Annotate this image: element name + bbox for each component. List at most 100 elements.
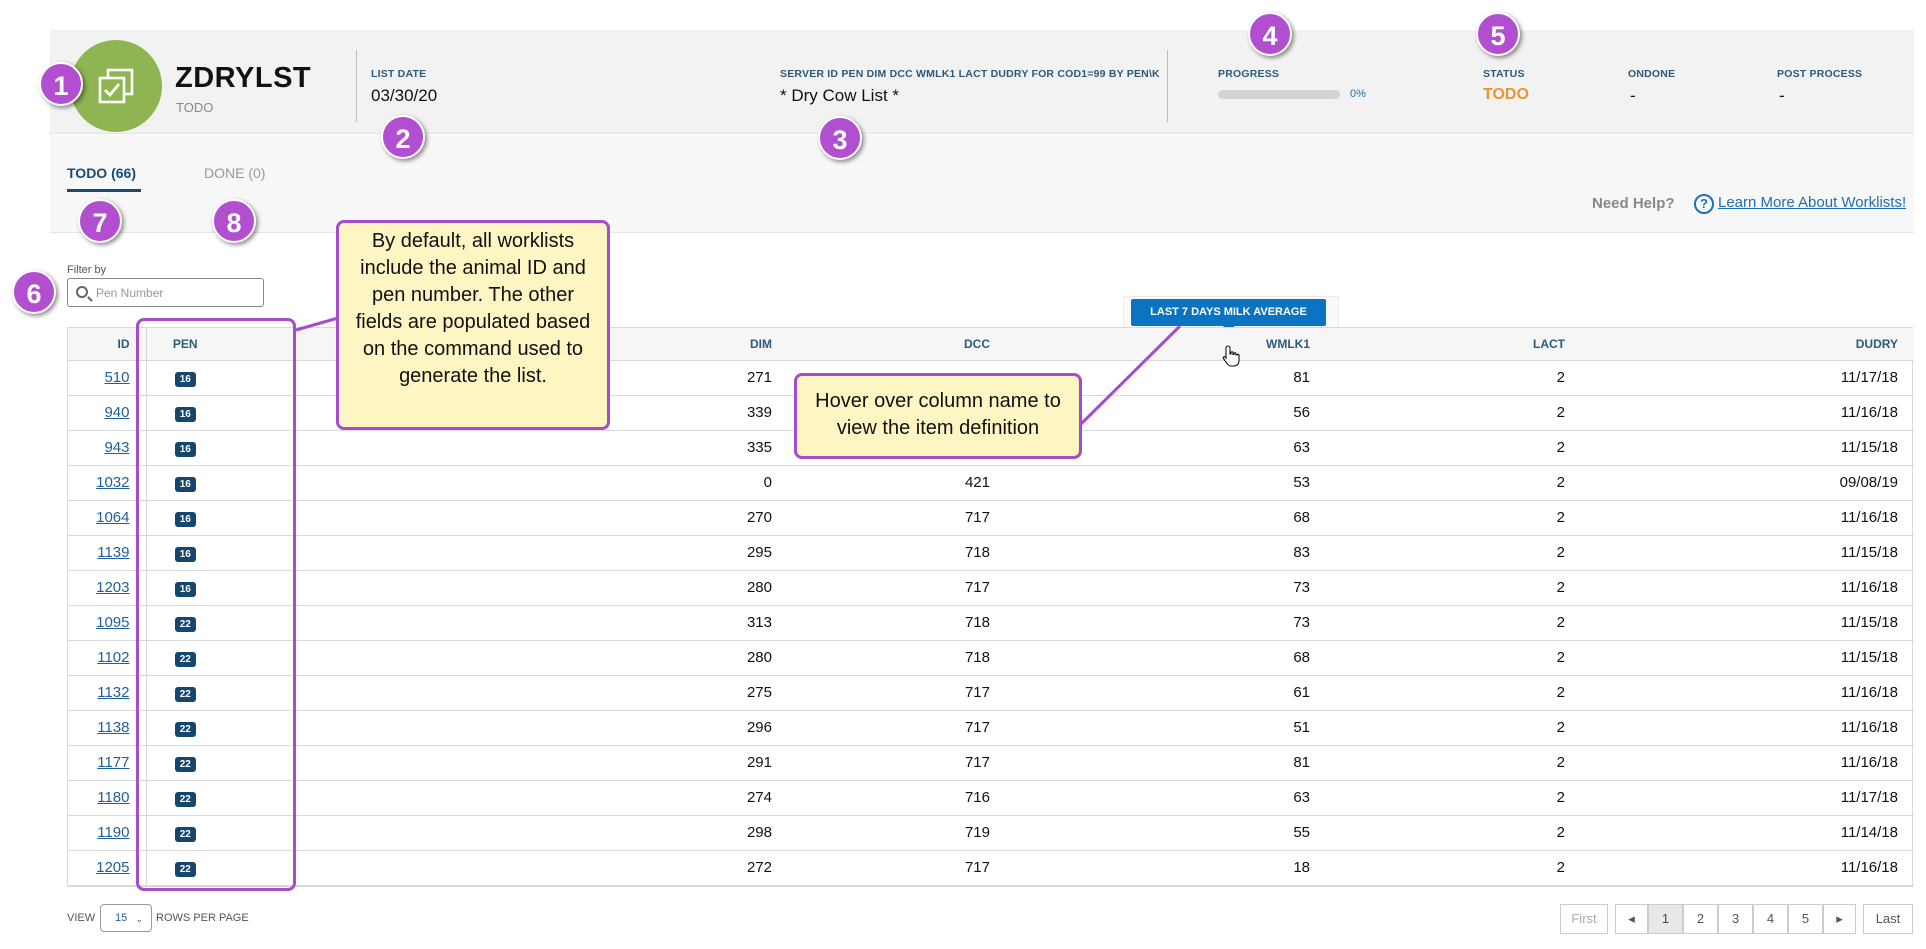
pager-last-button[interactable]: Last [1863,904,1913,934]
cell-pen: 22 [146,815,224,851]
pager-page-1[interactable]: 1 [1648,904,1683,934]
animal-id-link[interactable]: 1032 [96,474,129,491]
animal-id-link[interactable]: 1064 [96,509,129,526]
cell-dim: 296 [224,710,788,746]
cell-dudry: 11/17/18 [1581,780,1914,816]
rows-per-page-select[interactable]: 15 ⌄ [100,904,152,932]
cell-dim: 335 [224,430,788,466]
callout-marker-8: 8 [212,199,256,243]
pen-badge: 22 [174,861,196,877]
cell-pen: 22 [146,640,224,676]
column-header-dcc[interactable]: DCC [788,328,1006,361]
cell-lact: 2 [1326,675,1581,711]
pager-page-2[interactable]: 2 [1683,904,1718,934]
animal-id-link[interactable]: 943 [104,439,129,456]
filter-box[interactable] [67,278,264,307]
pen-badge: 22 [174,686,196,702]
command-label: SERVER ID PEN DIM DCC WMLK1 LACT DUDRY F… [780,68,1160,80]
cell-pen: 16 [146,535,224,571]
cell-dudry: 11/16/18 [1581,500,1914,536]
pen-badge: 16 [174,441,196,457]
tab-done[interactable]: DONE (0) [204,165,265,181]
cell-id: 940 [68,395,147,431]
cell-pen: 16 [146,360,224,396]
pager-next-button[interactable]: ▸ [1823,904,1856,934]
chevron-down-icon: ⌄ [135,914,143,924]
animal-id-link[interactable]: 1095 [96,614,129,631]
cell-lact: 2 [1326,605,1581,641]
cell-id: 1138 [68,710,147,746]
rows-per-page-value: 15 [115,912,128,924]
table-row: 1138 22 296 717 51 2 11/16/18 [68,710,1914,746]
pen-number-filter-input[interactable] [96,283,256,303]
pager-prev-button[interactable]: ◂ [1615,904,1648,934]
cell-wmlk1: 55 [1006,815,1326,851]
pager-page-4[interactable]: 4 [1753,904,1788,934]
animal-id-link[interactable]: 1139 [97,544,129,561]
animal-id-link[interactable]: 1180 [97,789,129,806]
cell-dim: 275 [224,675,788,711]
cell-id: 1132 [68,675,147,711]
hand-pointer-icon [1222,345,1240,367]
cell-pen: 16 [146,570,224,606]
need-help-label: Need Help? [1592,195,1675,212]
cell-id: 1064 [68,500,147,536]
callout-marker-7: 7 [78,199,122,243]
cell-dim: 280 [224,570,788,606]
animal-id-link[interactable]: 1177 [97,754,129,771]
table-row: 1132 22 275 717 61 2 11/16/18 [68,675,1914,711]
status-value: TODO [1483,86,1529,103]
pager-first-button[interactable]: First [1560,904,1608,934]
table-row: 1139 16 295 718 83 2 11/15/18 [68,535,1914,571]
cell-pen: 16 [146,500,224,536]
cell-dcc: 718 [788,640,1006,676]
cell-dudry: 11/16/18 [1581,745,1914,781]
cell-lact: 2 [1326,640,1581,676]
column-header-id[interactable]: ID [68,328,147,361]
pen-badge: 22 [174,756,196,772]
column-header-wmlk1[interactable]: WMLK1 [1006,328,1326,361]
learn-more-link[interactable]: Learn More About Worklists! [1718,194,1906,211]
cell-pen: 22 [146,605,224,641]
cell-lact: 2 [1326,360,1581,396]
cell-pen: 22 [146,745,224,781]
cell-dim: 295 [224,535,788,571]
ondone-value: - [1630,86,1636,105]
callout-marker-6: 6 [12,270,56,314]
column-header-dudry[interactable]: DUDRY [1581,328,1914,361]
cell-pen: 16 [146,430,224,466]
cell-id: 1095 [68,605,147,641]
cell-wmlk1: 68 [1006,640,1326,676]
animal-id-link[interactable]: 1138 [97,719,129,736]
cell-lact: 2 [1326,430,1581,466]
cell-dudry: 11/16/18 [1581,675,1914,711]
cell-dcc: 421 [788,465,1006,501]
animal-id-link[interactable]: 1190 [97,824,129,841]
view-label: VIEW [67,912,96,924]
callout-marker-5: 5 [1476,12,1520,56]
animal-id-link[interactable]: 510 [104,369,129,386]
cell-dcc: 716 [788,780,1006,816]
animal-id-link[interactable]: 1132 [97,684,129,701]
worklist-subtitle: TODO [176,100,214,115]
animal-id-link[interactable]: 1203 [96,579,129,596]
question-circle-icon[interactable]: ? [1694,194,1714,214]
ondone-label: ONDONE [1628,68,1676,80]
cell-dim: 272 [224,850,788,886]
animal-id-link[interactable]: 1205 [96,859,129,876]
pager-page-5[interactable]: 5 [1788,904,1823,934]
pen-badge: 22 [174,651,196,667]
animal-id-link[interactable]: 1102 [97,649,129,666]
column-header-lact[interactable]: LACT [1326,328,1581,361]
column-header-pen[interactable]: PEN [146,328,224,361]
cell-lact: 2 [1326,710,1581,746]
animal-id-link[interactable]: 940 [104,404,129,421]
pen-badge: 16 [174,406,196,422]
tab-todo[interactable]: TODO (66) [67,165,136,181]
cell-dcc: 717 [788,850,1006,886]
cell-pen: 16 [146,465,224,501]
cell-pen: 22 [146,675,224,711]
callout-note-default-fields: By default, all worklists include the an… [336,220,610,430]
pager-page-3[interactable]: 3 [1718,904,1753,934]
post-process-label: POST PROCESS [1777,68,1863,80]
